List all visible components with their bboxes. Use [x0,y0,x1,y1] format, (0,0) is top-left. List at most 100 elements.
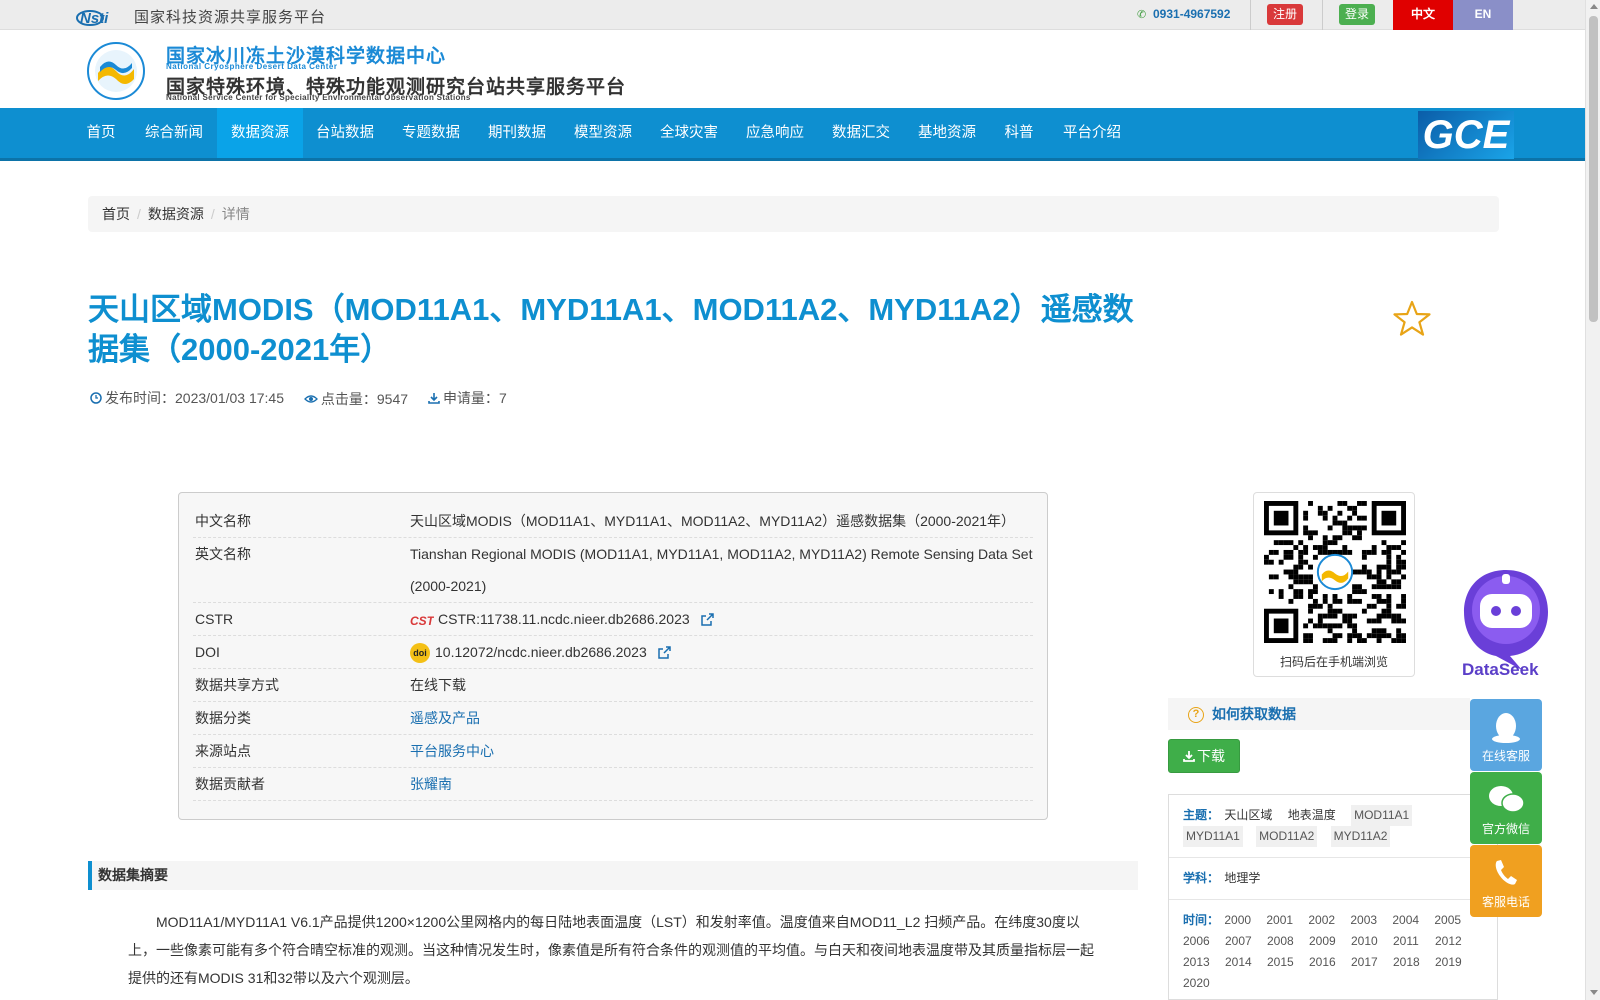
topic-tags: 主题： 天山区域 地表温度 MOD11A1 MYD11A1 MOD11A2 MY… [1169,795,1497,858]
year-tag[interactable]: 2017 [1351,952,1393,973]
info-value: doi 10.12072/ncdc.nieer.db2686.2023 [410,636,1033,668]
year-tag[interactable]: 2016 [1309,952,1351,973]
cstr-logo-icon: CSTR [410,614,434,627]
applies-value: 7 [498,390,507,406]
info-row-en-name: 英文名称 Tianshan Regional MODIS (MOD11A1, M… [193,538,1033,603]
year-list: 2000 2001 2002 2003 2004 20052006 2007 2008 2009… [1183,913,1477,990]
breadcrumb-current: 详情 [221,206,250,222]
main-nav: 首页 综合新闻 数据资源 台站数据 专题数据 期刊数据 模型资源 全球灾害 应急… [0,108,1585,161]
year-tag[interactable]: 2010 [1351,931,1393,952]
nav-item-about[interactable]: 平台介绍 [1060,108,1124,158]
scroll-down-arrow-icon[interactable] [1590,990,1598,995]
year-tag[interactable]: 2007 [1225,931,1267,952]
year-tag[interactable]: 2006 [1183,931,1225,952]
year-tag[interactable]: 2000 [1224,910,1266,931]
applies-label: 申请量： [442,390,499,406]
info-row-share-method: 数据共享方式 在线下载 [193,669,1033,702]
scrollbar-thumb[interactable] [1589,16,1598,322]
org-logo[interactable] [86,41,146,101]
nav-item-data-submission[interactable]: 数据汇交 [827,108,895,158]
gce-logo[interactable]: GCE [1418,111,1514,159]
year-tag[interactable]: 2002 [1308,910,1350,931]
year-tag[interactable]: 2019 [1435,952,1477,973]
source-station-link[interactable]: 平台服务中心 [410,735,1033,767]
topic-tag[interactable]: MYD11A2 [1330,826,1391,847]
info-label: 来源站点 [195,743,251,759]
lang-zh-button[interactable]: 中文 [1393,0,1453,30]
contributor-link[interactable]: 张耀南 [410,768,1033,800]
breadcrumb-home[interactable]: 首页 [102,206,130,222]
download-icon [1183,751,1195,762]
topic-tag[interactable]: MOD11A2 [1256,826,1318,847]
info-row-contributor: 数据贡献者 张耀南 [193,768,1033,801]
year-tag[interactable]: 2008 [1267,931,1309,952]
download-button[interactable]: 下载 [1168,739,1240,773]
year-tag[interactable]: 2020 [1183,973,1225,994]
online-service-button[interactable]: 在线客服 [1470,699,1542,771]
divider [1250,0,1251,30]
year-tag[interactable]: 2013 [1183,952,1225,973]
external-link-icon[interactable] [700,613,714,627]
year-tag[interactable]: 2001 [1266,910,1308,931]
year-tag[interactable]: 2004 [1392,910,1434,931]
info-label: DOI [195,644,220,660]
platform-name[interactable]: 国家科技资源共享服务平台 [134,6,326,27]
question-icon: ? [1188,707,1204,724]
phone-icon [1495,860,1517,885]
phone-service-button[interactable]: 客服电话 [1470,845,1542,917]
how-to-get-data[interactable]: ? 如何获取数据 [1168,698,1470,730]
favorite-star-icon[interactable] [1393,300,1431,338]
topic-tag[interactable]: MOD11A1 [1351,805,1413,826]
subject-tag[interactable]: 地理学 [1224,868,1260,889]
info-value: Tianshan Regional MODIS (MOD11A1, MYD11A… [410,546,1033,594]
info-label: 数据共享方式 [195,677,279,693]
year-tag[interactable]: 2009 [1309,931,1351,952]
svg-text:Nsti: Nsti [80,10,109,26]
breadcrumb-data-resources[interactable]: 数据资源 [148,206,204,222]
nav-item-station-data[interactable]: 台站数据 [311,108,379,158]
scroll-up-arrow-icon[interactable] [1590,4,1598,9]
topic-tag[interactable]: 天山区域 [1224,805,1272,826]
clock-icon [90,392,102,404]
qq-icon [1492,713,1520,743]
dataseek-label[interactable]: DataSeek [1462,660,1539,680]
lang-en-button[interactable]: EN [1453,0,1513,30]
nav-item-thematic-data[interactable]: 专题数据 [397,108,465,158]
external-link-icon[interactable] [657,646,671,660]
nav-item-model-resources[interactable]: 模型资源 [569,108,637,158]
nsti-logo[interactable]: Nsti [76,6,130,26]
year-tag[interactable]: 2011 [1393,931,1435,952]
wechat-button[interactable]: 官方微信 [1470,772,1542,844]
login-button[interactable]: 登录 [1339,4,1375,25]
year-tag[interactable]: 2014 [1225,952,1267,973]
nav-item-data-resources[interactable]: 数据资源 [217,108,303,158]
year-tag[interactable]: 2015 [1267,952,1309,973]
nav-item-science[interactable]: 科普 [1001,108,1037,158]
nav-item-home[interactable]: 首页 [86,108,116,158]
cstr-link[interactable]: CSTR:11738.11.ncdc.nieer.db2686.2023 [438,611,690,627]
publish-value: 2023/01/03 17:45 [175,390,284,406]
info-value: CSTR CSTR:11738.11.ncdc.nieer.db2686.2023 [410,603,1033,635]
nav-item-global-disasters[interactable]: 全球灾害 [655,108,723,158]
page-scrollbar[interactable] [1585,0,1600,1000]
nav-item-journal-data[interactable]: 期刊数据 [483,108,551,158]
category-link[interactable]: 遥感及产品 [410,702,1033,734]
eye-icon [303,395,318,403]
online-service-label: 在线客服 [1481,749,1530,763]
register-button[interactable]: 注册 [1267,4,1303,25]
nav-item-base-resources[interactable]: 基地资源 [913,108,981,158]
nav-item-news[interactable]: 综合新闻 [136,108,212,158]
phone-icon: ✆ [1137,9,1147,21]
year-tag[interactable]: 2018 [1393,952,1435,973]
wechat-icon [1489,786,1525,813]
subject-label: 学科： [1183,871,1220,885]
doi-link[interactable]: 10.12072/ncdc.nieer.db2686.2023 [435,644,647,660]
click-count: 点击量： 9547 [303,389,408,409]
topic-tag[interactable]: MYD11A1 [1183,826,1243,847]
nav-item-emergency[interactable]: 应急响应 [741,108,809,158]
year-tag[interactable]: 2003 [1350,910,1392,931]
how-to-label: 如何获取数据 [1212,706,1296,722]
year-tag[interactable]: 2012 [1435,931,1477,952]
topic-tag[interactable]: 地表温度 [1288,805,1336,826]
info-row-cstr: CSTR CSTR CSTR:11738.11.ncdc.nieer.db2686… [193,603,1033,636]
